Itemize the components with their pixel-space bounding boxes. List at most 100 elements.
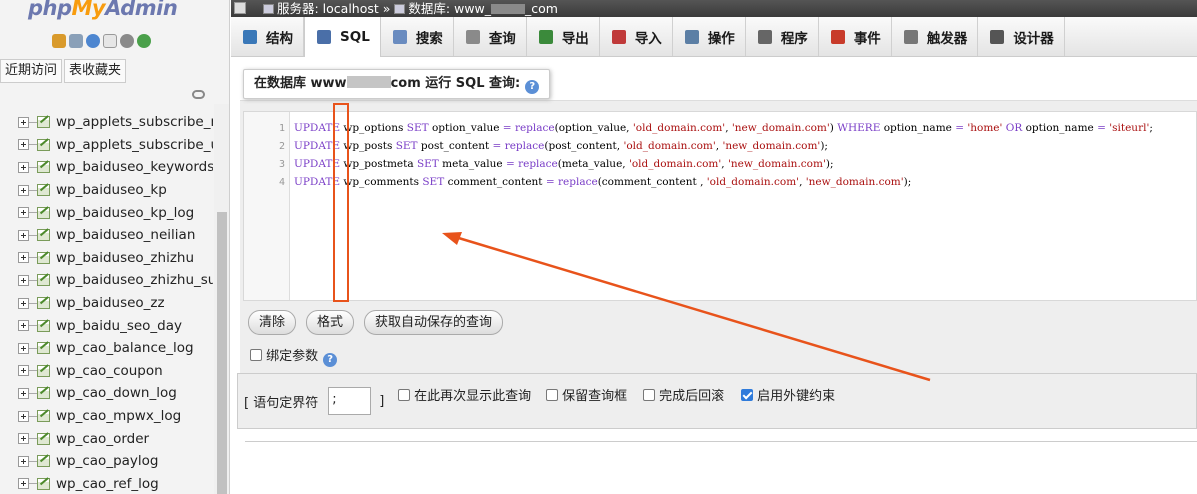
- table-icon[interactable]: [37, 274, 50, 287]
- bind-parameters-checkbox[interactable]: [250, 349, 262, 361]
- table-tree-item[interactable]: wp_cao_coupon: [0, 360, 213, 383]
- table-icon[interactable]: [37, 161, 50, 174]
- breadcrumb-server[interactable]: 服务器: localhost: [277, 1, 379, 16]
- table-tree-item[interactable]: wp_baiduseo_kp_log: [0, 201, 213, 224]
- table-name[interactable]: wp_baiduseo_kp: [56, 182, 167, 198]
- expand-icon[interactable]: [18, 478, 29, 490]
- tab-sql[interactable]: SQL: [304, 17, 381, 57]
- settings-icon[interactable]: [120, 34, 134, 48]
- tab-query[interactable]: 查询: [454, 17, 527, 56]
- sql-editor[interactable]: 1 2 3 4 UPDATE wp_options SET option_value …: [243, 111, 1197, 301]
- expand-icon[interactable]: [18, 252, 29, 264]
- breadcrumb-database[interactable]: 数据库: www_ _com: [408, 1, 558, 16]
- expand-icon[interactable]: [18, 433, 29, 445]
- table-icon[interactable]: [37, 116, 50, 129]
- help-icon[interactable]: ?: [323, 353, 338, 367]
- expand-icon[interactable]: [18, 387, 29, 399]
- table-name[interactable]: wp_cao_balance_log: [56, 340, 194, 356]
- foreign-key-checks-checkbox[interactable]: [741, 389, 753, 401]
- favorite-tables-tab[interactable]: 表收藏夹: [64, 59, 127, 83]
- table-tree-item[interactable]: wp_baiduseo_keywords: [0, 156, 213, 179]
- home-icon[interactable]: [52, 34, 66, 48]
- tab-export[interactable]: 导出: [527, 17, 600, 56]
- table-tree-item[interactable]: wp_baidu_seo_day: [0, 314, 213, 337]
- phpmyadmin-logo[interactable]: phpMyAdmin: [28, 0, 178, 20]
- recent-tables-tab[interactable]: 近期访问: [0, 59, 63, 83]
- table-name[interactable]: wp_cao_ref_log: [56, 476, 159, 492]
- reload-icon[interactable]: [137, 34, 151, 48]
- table-icon[interactable]: [37, 387, 50, 400]
- docs-icon[interactable]: [103, 34, 117, 48]
- rollback-checkbox[interactable]: [643, 389, 655, 401]
- clear-button[interactable]: 清除: [248, 310, 297, 335]
- table-name[interactable]: wp_baiduseo_zhizhu: [56, 250, 194, 266]
- table-name[interactable]: wp_applets_subscribe_us: [56, 137, 213, 153]
- expand-icon[interactable]: [18, 139, 29, 151]
- sql-code-line[interactable]: UPDATE wp_posts SET post_content = repla…: [294, 140, 828, 152]
- table-icon[interactable]: [37, 455, 50, 468]
- show-query-again-checkbox[interactable]: [398, 389, 410, 401]
- expand-icon[interactable]: [18, 455, 29, 467]
- table-name[interactable]: wp_cao_mpwx_log: [56, 408, 181, 424]
- table-tree-item[interactable]: wp_applets_subscribe_m: [0, 111, 213, 134]
- tab-events[interactable]: 事件: [819, 17, 892, 56]
- tab-search[interactable]: 搜索: [381, 17, 454, 56]
- table-icon[interactable]: [37, 342, 50, 355]
- table-icon[interactable]: [37, 477, 50, 490]
- expand-icon[interactable]: [18, 229, 29, 241]
- tab-import[interactable]: 导入: [600, 17, 673, 56]
- expand-icon[interactable]: [18, 184, 29, 196]
- table-tree-item[interactable]: wp_baiduseo_kp: [0, 179, 213, 202]
- help-icon[interactable]: [86, 34, 100, 48]
- help-icon[interactable]: ?: [525, 80, 540, 94]
- table-tree-item[interactable]: wp_applets_subscribe_us: [0, 134, 213, 157]
- table-icon[interactable]: [37, 229, 50, 242]
- table-name[interactable]: wp_cao_paylog: [56, 453, 158, 469]
- table-tree-item[interactable]: wp_cao_ref_log: [0, 473, 213, 494]
- table-icon[interactable]: [37, 206, 50, 219]
- expand-icon[interactable]: [18, 161, 29, 173]
- expand-icon[interactable]: [18, 320, 29, 332]
- expand-icon[interactable]: [18, 207, 29, 219]
- table-name[interactable]: wp_baiduseo_keywords: [56, 159, 213, 175]
- link-icon[interactable]: [192, 90, 205, 99]
- nav-scrollbar-thumb[interactable]: [217, 212, 227, 494]
- table-name[interactable]: wp_baidu_seo_day: [56, 318, 182, 334]
- retain-query-box-checkbox[interactable]: [546, 389, 558, 401]
- tab-structure[interactable]: 结构: [231, 17, 304, 56]
- table-name[interactable]: wp_baiduseo_zhizhu_suc: [56, 272, 213, 288]
- exit-icon[interactable]: [69, 34, 83, 48]
- table-icon[interactable]: [37, 184, 50, 197]
- table-tree-item[interactable]: wp_baiduseo_zz: [0, 292, 213, 315]
- table-tree-item[interactable]: wp_baiduseo_zhizhu: [0, 247, 213, 270]
- tab-triggers[interactable]: 触发器: [892, 17, 979, 56]
- table-tree-item[interactable]: wp_baiduseo_zhizhu_suc: [0, 269, 213, 292]
- table-name[interactable]: wp_baiduseo_kp_log: [56, 205, 194, 221]
- table-tree-item[interactable]: wp_cao_balance_log: [0, 337, 213, 360]
- tab-routines[interactable]: 程序: [746, 17, 819, 56]
- table-icon[interactable]: [37, 319, 50, 332]
- table-icon[interactable]: [37, 432, 50, 445]
- sql-code-line[interactable]: UPDATE wp_comments SET comment_content =…: [294, 176, 911, 188]
- table-name[interactable]: wp_cao_down_log: [56, 385, 177, 401]
- table-name[interactable]: wp_baiduseo_neilian: [56, 227, 195, 243]
- nav-collapse-icon[interactable]: [234, 2, 246, 14]
- table-icon[interactable]: [37, 410, 50, 423]
- expand-icon[interactable]: [18, 365, 29, 377]
- expand-icon[interactable]: [18, 410, 29, 422]
- delimiter-input[interactable]: ;: [328, 387, 372, 415]
- expand-icon[interactable]: [18, 116, 29, 128]
- table-icon[interactable]: [37, 364, 50, 377]
- expand-icon[interactable]: [18, 342, 29, 354]
- table-tree-item[interactable]: wp_cao_paylog: [0, 450, 213, 473]
- tab-operations[interactable]: 操作: [673, 17, 746, 56]
- table-tree-item[interactable]: wp_cao_order: [0, 427, 213, 450]
- sql-code-line[interactable]: UPDATE wp_postmeta SET meta_value = repl…: [294, 158, 833, 170]
- table-icon[interactable]: [37, 297, 50, 310]
- table-icon[interactable]: [37, 251, 50, 264]
- format-button[interactable]: 格式: [306, 310, 355, 335]
- table-tree-item[interactable]: wp_cao_down_log: [0, 382, 213, 405]
- table-tree-item[interactable]: wp_cao_mpwx_log: [0, 405, 213, 428]
- table-tree-item[interactable]: wp_baiduseo_neilian: [0, 224, 213, 247]
- table-name[interactable]: wp_cao_order: [56, 431, 149, 447]
